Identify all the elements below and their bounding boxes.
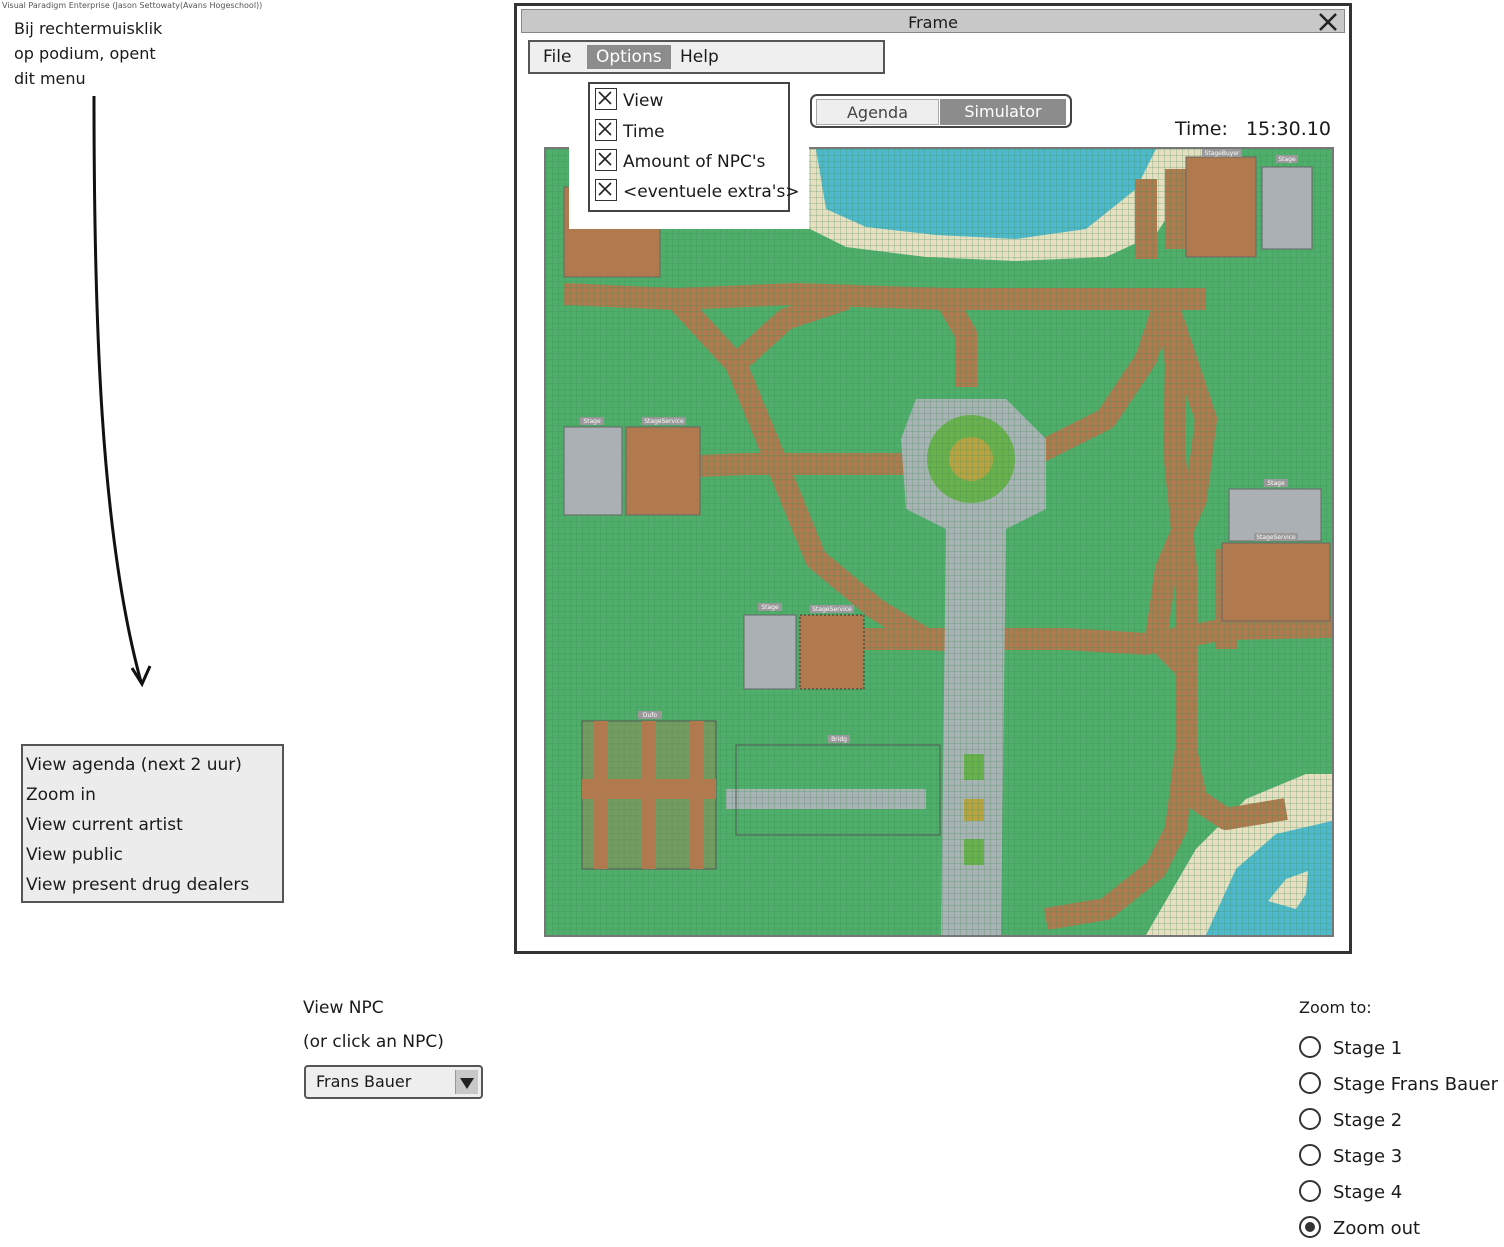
watermark-text: Visual Paradigm Enterprise (Jason Settow… — [2, 1, 263, 10]
npc-select-value: Frans Bauer — [316, 1072, 412, 1091]
map-label: Stage — [583, 418, 601, 425]
zoom-option-label: Stage 1 — [1333, 1038, 1403, 1059]
map-canvas[interactable]: StageBuyer Stage Stage StageService Stag… — [546, 149, 1332, 935]
map-label: Bridg — [831, 736, 847, 743]
radio-icon[interactable] — [1299, 1108, 1321, 1130]
option-label: Time — [623, 122, 665, 142]
option-label: Amount of NPC's — [623, 152, 766, 172]
time-display: Time: 15:30.10 — [1175, 118, 1331, 140]
ctx-view-drug-dealers[interactable]: View present drug dealers — [26, 870, 249, 900]
zoom-option-stage-1[interactable]: Stage 1 — [1299, 1034, 1402, 1064]
annotation-line: op podium, opent — [14, 44, 156, 63]
radio-icon[interactable] — [1299, 1036, 1321, 1058]
time-value: 15:30.10 — [1245, 118, 1331, 140]
ctx-view-artist[interactable]: View current artist — [26, 810, 183, 840]
zoom-option-stage-frans-bauer[interactable]: Stage Frans Bauer — [1299, 1070, 1498, 1100]
radio-icon[interactable] — [1299, 1144, 1321, 1166]
annotation-note: Bij rechtermuisklik op podium, opent dit… — [14, 16, 214, 91]
map-label: Stage — [1278, 156, 1296, 163]
festival-map[interactable]: StageBuyer Stage Stage StageService Stag… — [544, 147, 1334, 937]
radio-selected-icon[interactable] — [1299, 1216, 1321, 1238]
checkbox-checked-icon[interactable] — [595, 119, 617, 141]
stage-context-menu: View agenda (next 2 uur) Zoom in View cu… — [21, 744, 284, 903]
stage-building[interactable] — [563, 426, 623, 516]
ctx-view-public[interactable]: View public — [26, 840, 123, 870]
menu-help[interactable]: Help — [671, 45, 728, 69]
radio-icon[interactable] — [1299, 1180, 1321, 1202]
zoom-option-stage-2[interactable]: Stage 2 — [1299, 1106, 1402, 1136]
option-label: <eventuele extra's> — [623, 182, 800, 202]
map-label: Stage — [761, 604, 779, 611]
view-mode-toggle: Agenda Simulator — [810, 94, 1072, 128]
food-court-paths — [582, 721, 716, 869]
menu-file[interactable]: File — [534, 45, 580, 69]
option-time[interactable]: Time — [595, 119, 665, 147]
zoom-option-label: Zoom out — [1333, 1218, 1421, 1239]
zoom-option-label: Stage 3 — [1333, 1146, 1403, 1167]
option-npc-count[interactable]: Amount of NPC's — [595, 149, 765, 177]
stage-building[interactable] — [1261, 166, 1313, 250]
backstage-building[interactable] — [799, 614, 865, 690]
annotation-line: dit menu — [14, 69, 86, 88]
map-label: StageService — [1256, 534, 1296, 541]
map-label: Dufo — [643, 712, 658, 719]
zoom-option-stage-4[interactable]: Stage 4 — [1299, 1178, 1402, 1208]
options-dropdown: View Time Amount of NPC's <eventuele ext… — [588, 82, 800, 212]
agenda-toggle-button[interactable]: Agenda — [816, 99, 939, 125]
window-title: Frame — [908, 13, 958, 32]
npc-hint: (or click an NPC) — [303, 1032, 444, 1052]
checkbox-checked-icon[interactable] — [595, 179, 617, 201]
zoom-option-zoom-out[interactable]: Zoom out — [1299, 1214, 1420, 1244]
close-icon[interactable] — [1318, 12, 1338, 32]
option-extras[interactable]: <eventuele extra's> — [595, 179, 800, 207]
map-label: StageService — [644, 418, 684, 425]
option-label: View — [623, 91, 664, 111]
npc-title: View NPC — [303, 998, 384, 1018]
ctx-view-agenda[interactable]: View agenda (next 2 uur) — [26, 750, 242, 780]
zoom-option-stage-3[interactable]: Stage 3 — [1299, 1142, 1402, 1172]
backstage-building[interactable] — [1221, 542, 1331, 622]
chevron-down-icon[interactable] — [455, 1070, 478, 1094]
zoom-option-label: Stage 4 — [1333, 1182, 1403, 1203]
map-label: Stage — [1267, 480, 1285, 487]
title-bar: Frame — [521, 9, 1345, 33]
backstage-building[interactable] — [1185, 156, 1257, 258]
menu-options[interactable]: Options — [587, 45, 671, 69]
radio-icon[interactable] — [1299, 1072, 1321, 1094]
time-label: Time: — [1175, 118, 1228, 140]
checkbox-checked-icon[interactable] — [595, 88, 617, 110]
ctx-zoom-in[interactable]: Zoom in — [26, 780, 96, 810]
simulator-toggle-button[interactable]: Simulator — [940, 99, 1066, 125]
map-label: StageService — [812, 606, 852, 613]
checkbox-checked-icon[interactable] — [595, 149, 617, 171]
zoom-option-label: Stage Frans Bauer — [1333, 1074, 1498, 1095]
menu-bar: File Options Help — [528, 40, 885, 74]
zoom-title: Zoom to: — [1299, 998, 1372, 1017]
backstage-building[interactable] — [625, 426, 701, 516]
annotation-line: Bij rechtermuisklik — [14, 19, 163, 38]
zoom-option-label: Stage 2 — [1333, 1110, 1403, 1131]
npc-select[interactable]: Frans Bauer — [304, 1065, 483, 1099]
map-label: StageBuyer — [1205, 150, 1240, 157]
option-view[interactable]: View — [595, 88, 663, 116]
app-window: Frame File Options Help Agenda Simulator… — [514, 3, 1352, 954]
stage-building[interactable] — [743, 614, 797, 690]
annotation-arrow — [92, 95, 152, 688]
